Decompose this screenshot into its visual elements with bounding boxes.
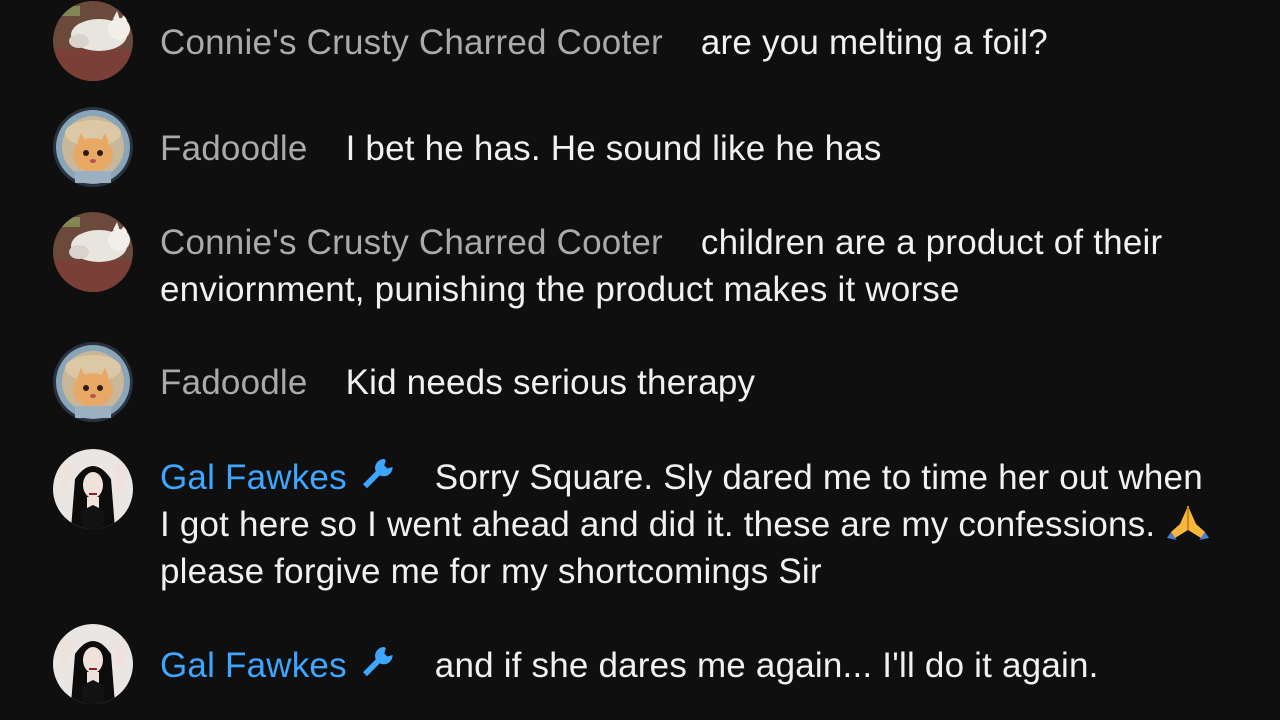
chat-message-text: I bet he has. He sound like he has [345, 129, 882, 168]
chat-message-text: Kid needs serious therapy [345, 363, 756, 402]
chat-message-text-continued: please forgive me for my shortcomings Si… [160, 552, 822, 591]
astronaut-cat-avatar[interactable] [53, 342, 133, 422]
chat-author-name[interactable]: Fadoodle [160, 129, 308, 168]
chat-author-name[interactable]: Connie's Crusty Charred Cooter [160, 23, 663, 62]
cat-photo-avatar[interactable] [53, 212, 133, 292]
chat-author-name[interactable]: Connie's Crusty Charred Cooter [160, 223, 663, 262]
chat-message-text: and if she dares me again... I'll do it … [434, 646, 1099, 685]
wrench-icon [357, 453, 397, 493]
cat-photo-avatar[interactable] [53, 1, 133, 81]
gothic-woman-avatar[interactable] [53, 624, 133, 704]
chat-author-name[interactable]: Gal Fawkes [160, 646, 347, 685]
chat-author-name[interactable]: Fadoodle [160, 363, 308, 402]
gothic-woman-avatar[interactable] [53, 449, 133, 529]
chat-message-text: are you melting a foil? [700, 23, 1048, 62]
wrench-icon [357, 641, 397, 681]
chat-author-name[interactable]: Gal Fawkes [160, 458, 347, 497]
folded-hands-emoji [1165, 502, 1211, 542]
astronaut-cat-avatar[interactable] [53, 107, 133, 187]
live-chat-feed: Connie's Crusty Charred Cooter are you me… [0, 0, 1280, 720]
